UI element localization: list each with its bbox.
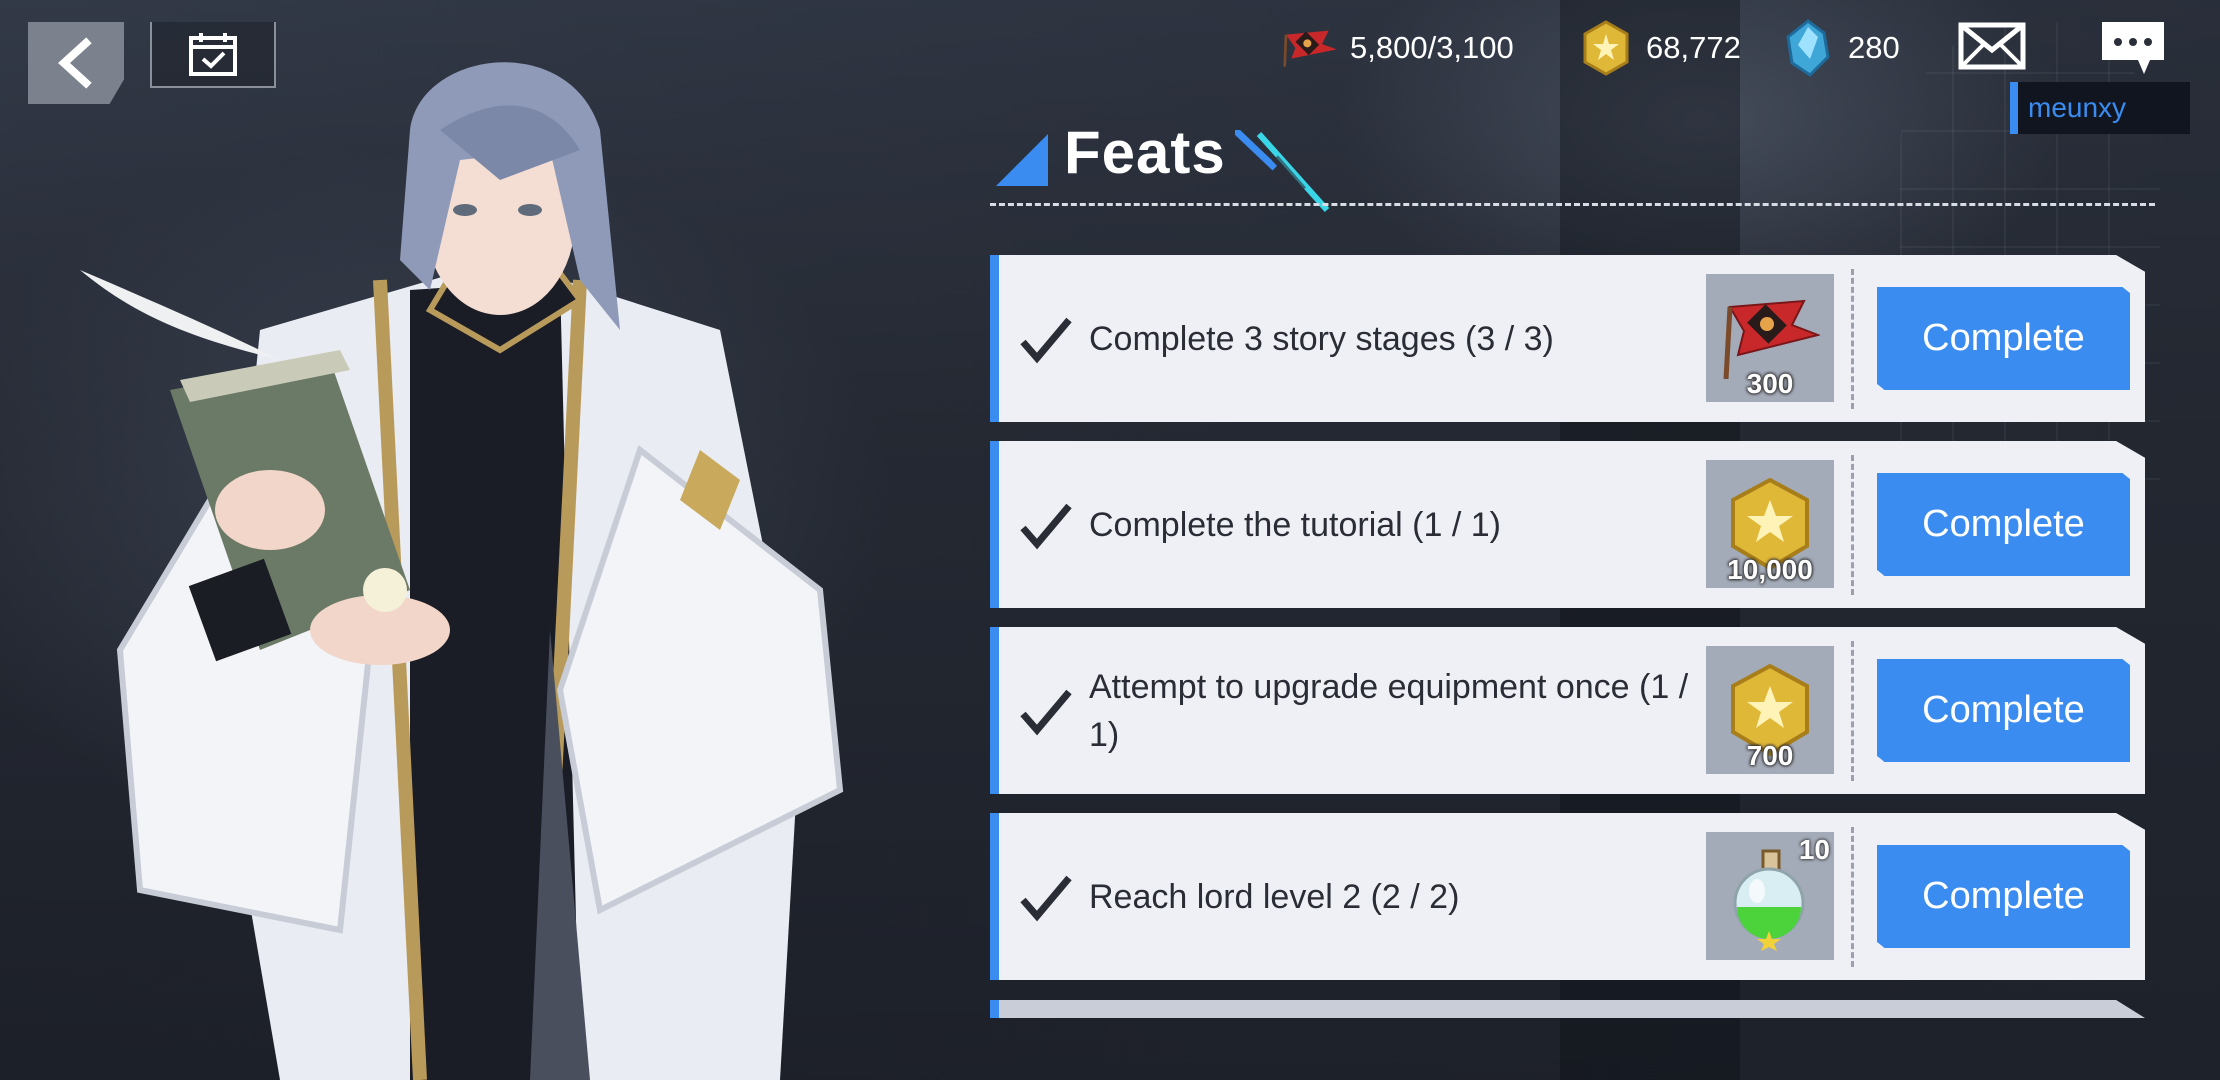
check-icon — [1020, 689, 1072, 735]
mail-icon[interactable] — [1958, 22, 2026, 70]
character-illustration — [80, 62, 844, 1080]
resource-crystal[interactable]: 280 — [1780, 19, 1900, 77]
row-divider — [1851, 827, 1854, 967]
check-icon — [1020, 317, 1072, 363]
feat-row: Reach lord level 2 (2 / 2) 10 Complete — [990, 813, 2145, 980]
title-slash-decoration — [1235, 130, 1330, 213]
feat-row: Complete the tutorial (1 / 1) 10,000 Com… — [990, 441, 2145, 608]
complete-button[interactable]: Complete — [1877, 659, 2130, 762]
feat-label: Complete 3 story stages (3 / 3) — [1089, 319, 1554, 358]
check-icon — [1020, 875, 1072, 921]
reward-slot[interactable]: 10 — [1706, 832, 1834, 960]
reward-slot[interactable]: 10,000 — [1706, 460, 1834, 588]
reward-slot[interactable]: 700 — [1706, 646, 1834, 774]
feat-label: Attempt to upgrade equipment once (1 / 1… — [1089, 667, 1689, 754]
complete-button[interactable]: Complete — [1877, 287, 2130, 390]
feat-row-next — [990, 1000, 2145, 1018]
crystal-icon — [1780, 19, 1836, 77]
reward-quantity: 10 — [1798, 834, 1830, 865]
title-accent-triangle — [996, 134, 1048, 186]
feat-label: Complete the tutorial (1 / 1) — [1089, 505, 1501, 544]
gold-coin-icon — [1578, 20, 1634, 76]
check-icon — [1020, 503, 1072, 549]
complete-button[interactable]: Complete — [1877, 845, 2130, 948]
stamina-value: 5,800/3,100 — [1350, 30, 1514, 65]
reward-quantity: 300 — [1746, 368, 1794, 399]
row-divider — [1851, 269, 1854, 409]
gold-value: 68,772 — [1646, 30, 1741, 65]
reward-quantity: 10,000 — [1727, 554, 1813, 585]
reward-slot[interactable]: 300 — [1706, 274, 1834, 402]
crystal-value: 280 — [1848, 30, 1900, 65]
resource-gold[interactable]: 68,772 — [1578, 20, 1741, 76]
page-title: Feats — [1064, 119, 1226, 186]
page-header: Feats — [990, 110, 2150, 213]
row-divider — [1851, 455, 1854, 595]
stamina-flag-icon — [1282, 20, 1338, 76]
chat-icon[interactable] — [2100, 20, 2166, 78]
feat-row: Attempt to upgrade equipment once (1 / 1… — [990, 627, 2145, 794]
feat-label: Reach lord level 2 (2 / 2) — [1089, 877, 1460, 916]
complete-button[interactable]: Complete — [1877, 473, 2130, 576]
feat-row: Complete 3 story stages (3 / 3) 300 Comp… — [990, 255, 2145, 422]
resource-stamina[interactable]: 5,800/3,100 — [1282, 20, 1514, 76]
reward-quantity: 700 — [1746, 740, 1794, 771]
title-divider — [990, 203, 2155, 206]
row-divider — [1851, 641, 1854, 781]
